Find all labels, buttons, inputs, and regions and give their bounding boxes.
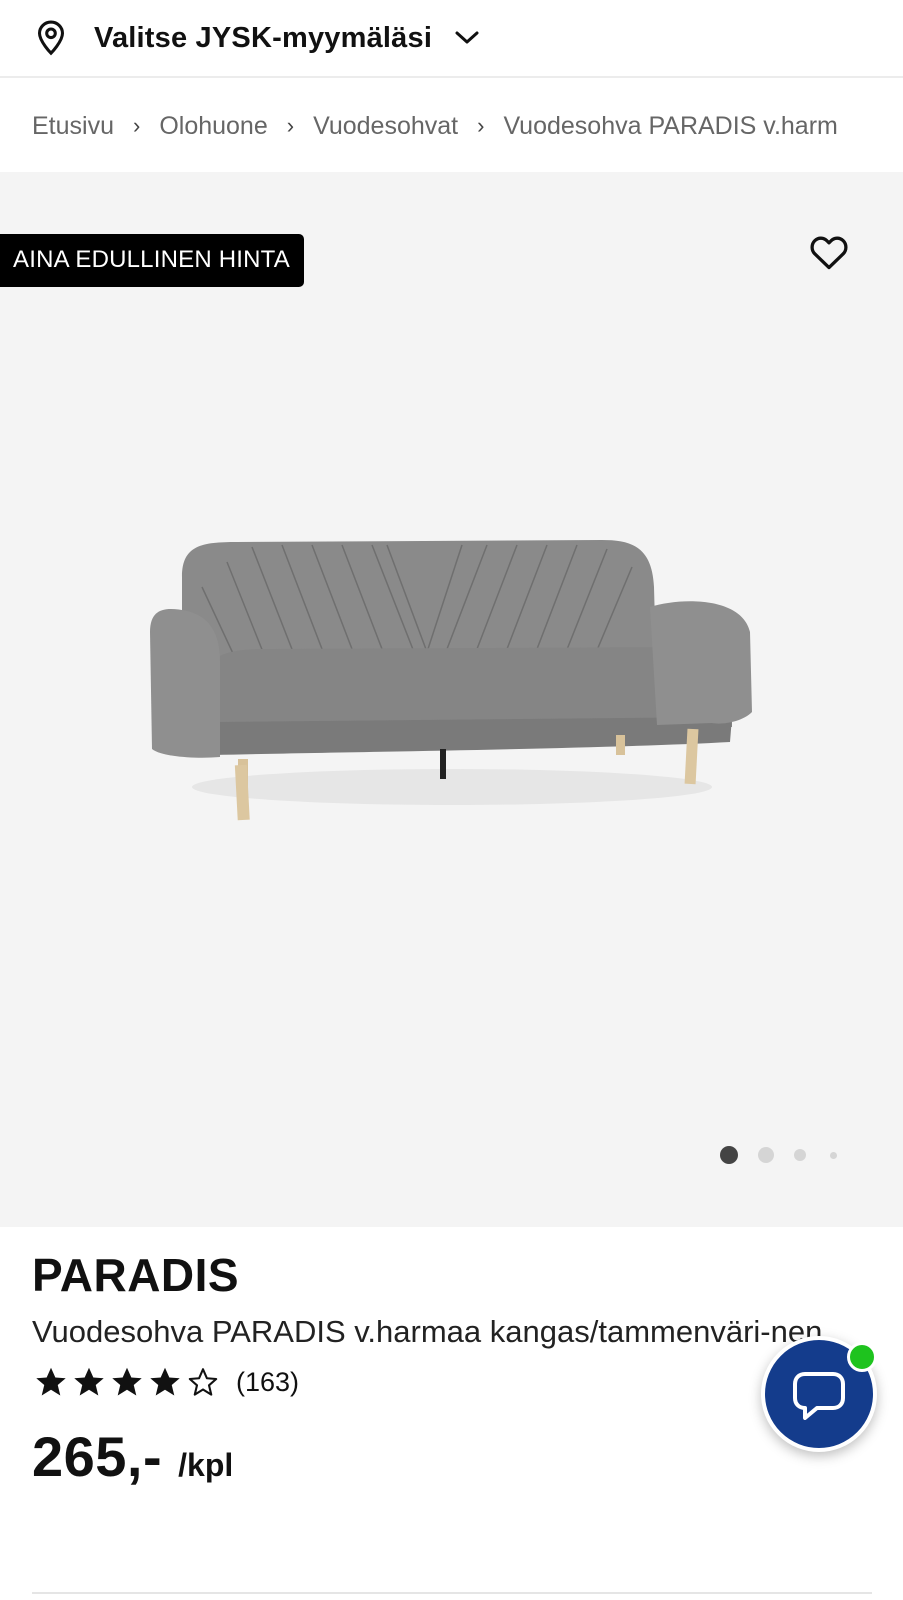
breadcrumb-item-sofa-beds[interactable]: Vuodesohvat: [313, 112, 458, 141]
product-image-gallery[interactable]: AINA EDULLINEN HINTA: [0, 172, 903, 1227]
sofa-product-image: [150, 540, 752, 821]
divider: [32, 1592, 872, 1594]
product-rating[interactable]: (163): [32, 1362, 872, 1402]
online-status-indicator: [847, 1342, 877, 1372]
price-badge: AINA EDULLINEN HINTA: [0, 234, 304, 287]
chat-button[interactable]: [761, 1336, 877, 1452]
star-rating: [32, 1364, 222, 1400]
pagination-dot[interactable]: [758, 1147, 774, 1163]
breadcrumb-separator: ›: [132, 113, 141, 138]
pagination-dot[interactable]: [830, 1151, 837, 1159]
gallery-pagination: [720, 1146, 857, 1164]
store-selector[interactable]: Valitse JYSK-myymäläsi: [0, 0, 903, 78]
review-count[interactable]: (163): [236, 1367, 299, 1398]
star-filled-icon: [150, 1367, 180, 1396]
product-price: 265,-: [32, 1425, 163, 1488]
chevron-down-icon: [455, 31, 479, 44]
location-pin-icon: [37, 20, 65, 56]
product-brand: PARADIS: [32, 1249, 240, 1301]
breadcrumb-item-home[interactable]: Etusivu: [32, 112, 114, 141]
star-filled-icon: [36, 1367, 66, 1396]
pagination-dot[interactable]: [794, 1149, 806, 1161]
breadcrumb: Etusivu › Olohuone › Vuodesohvat › Vuode…: [0, 80, 903, 172]
breadcrumb-item-current: Vuodesohva PARADIS v.harm: [503, 111, 838, 140]
breadcrumb-separator: ›: [286, 113, 295, 138]
product-info: PARADIS Vuodesohva PARADIS v.harmaa kang…: [32, 1248, 872, 1489]
pagination-dot-active[interactable]: [720, 1146, 738, 1164]
heart-outline-icon[interactable]: [809, 234, 849, 270]
breadcrumb-separator: ›: [477, 113, 485, 138]
price-row: 265,- /kpl: [32, 1424, 872, 1489]
breadcrumb-item-living-room[interactable]: Olohuone: [159, 112, 267, 141]
store-selector-label: Valitse JYSK-myymäläsi: [94, 21, 433, 54]
star-filled-icon: [112, 1367, 142, 1396]
price-unit: /kpl: [178, 1447, 234, 1483]
chat-bubble-icon: [793, 1372, 845, 1420]
star-filled-icon: [74, 1367, 104, 1396]
star-outline-icon: [188, 1368, 218, 1396]
product-description: Vuodesohva PARADIS v.harmaa kangas/tamme…: [32, 1314, 823, 1349]
